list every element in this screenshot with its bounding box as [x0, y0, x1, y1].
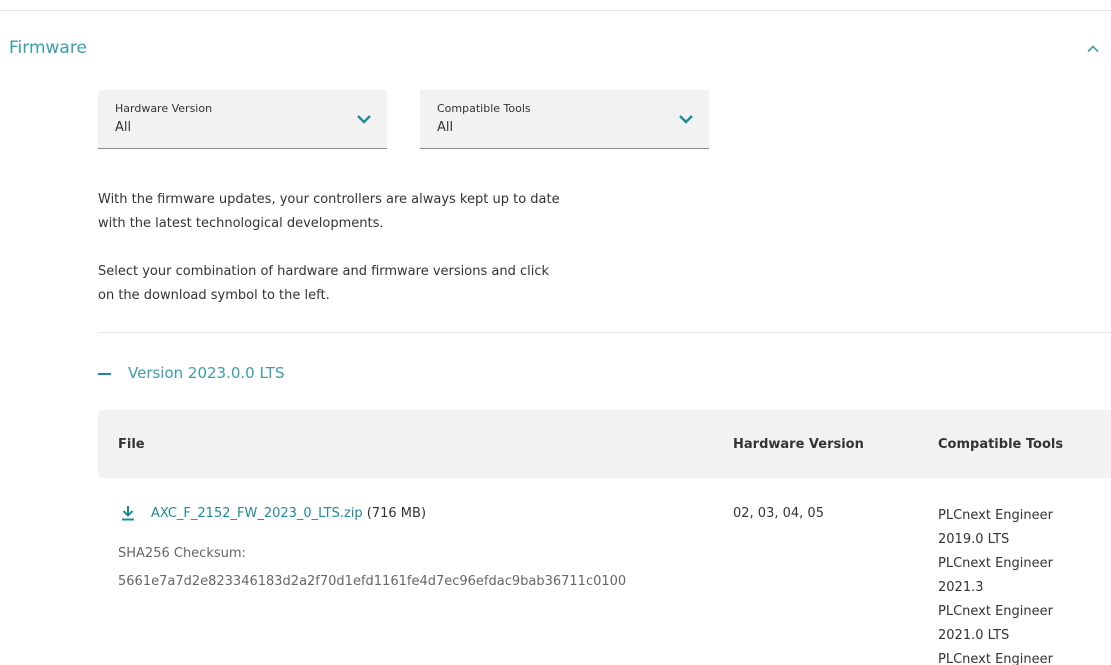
column-header-compatible-tools: Compatible Tools — [938, 437, 1064, 452]
minus-icon — [98, 373, 111, 375]
compatible-tools-cell: PLCnext Engineer 2019.0 LTS PLCnext Engi… — [938, 504, 1098, 665]
hardware-version-value: All — [115, 120, 132, 135]
version-label: Version 2023.0.0 LTS — [128, 364, 285, 382]
tool-entry: PLCnext Engineer — [938, 508, 1053, 523]
section-divider — [98, 332, 1111, 333]
checksum-value: 5661e7a7d2e823346183d2a2f70d1efd1161fe4d… — [118, 574, 627, 589]
description-line: on the download symbol to the left. — [98, 288, 330, 303]
tool-entry: PLCnext Engineer — [938, 556, 1053, 571]
hardware-version-cell: 02, 03, 04, 05 — [733, 506, 824, 521]
firmware-section-header[interactable]: Firmware — [0, 36, 1111, 64]
tool-entry: PLCnext Engineer — [938, 604, 1053, 619]
tool-entry: 2021.0 LTS — [938, 628, 1010, 643]
file-size: (716 MB) — [362, 506, 427, 521]
checksum-label: SHA256 Checksum: — [118, 546, 246, 561]
compatible-tools-select[interactable]: Compatible Tools All — [420, 90, 709, 149]
download-icon[interactable] — [120, 505, 136, 521]
hardware-version-label: Hardware Version — [115, 102, 213, 115]
compatible-tools-label: Compatible Tools — [437, 102, 531, 115]
compatible-tools-value: All — [437, 120, 454, 135]
column-header-hardware-version: Hardware Version — [733, 437, 864, 452]
description-line: with the latest technological developmen… — [98, 216, 384, 231]
description-line: With the firmware updates, your controll… — [98, 192, 560, 207]
column-header-file: File — [118, 437, 145, 452]
chevron-down-icon — [357, 115, 371, 124]
tool-entry: 2021.3 — [938, 580, 984, 595]
description-line: Select your combination of hardware and … — [98, 264, 549, 279]
top-divider — [0, 10, 1111, 11]
tool-entry: 2019.0 LTS — [938, 532, 1010, 547]
hardware-version-select[interactable]: Hardware Version All — [98, 90, 387, 149]
tool-entry: PLCnext Engineer — [938, 652, 1053, 665]
section-title: Firmware — [9, 38, 87, 58]
file-cell: AXC_F_2152_FW_2023_0_LTS.zip (716 MB) — [151, 506, 426, 521]
table-row: AXC_F_2152_FW_2023_0_LTS.zip (716 MB) SH… — [98, 478, 1111, 665]
selection-instructions: Select your combination of hardware and … — [98, 260, 638, 308]
firmware-description: With the firmware updates, your controll… — [98, 188, 638, 236]
chevron-down-icon — [679, 115, 693, 124]
file-download-link[interactable]: AXC_F_2152_FW_2023_0_LTS.zip — [151, 506, 363, 521]
firmware-table-header: File Hardware Version Compatible Tools — [98, 410, 1111, 478]
chevron-up-icon[interactable] — [1086, 42, 1100, 56]
